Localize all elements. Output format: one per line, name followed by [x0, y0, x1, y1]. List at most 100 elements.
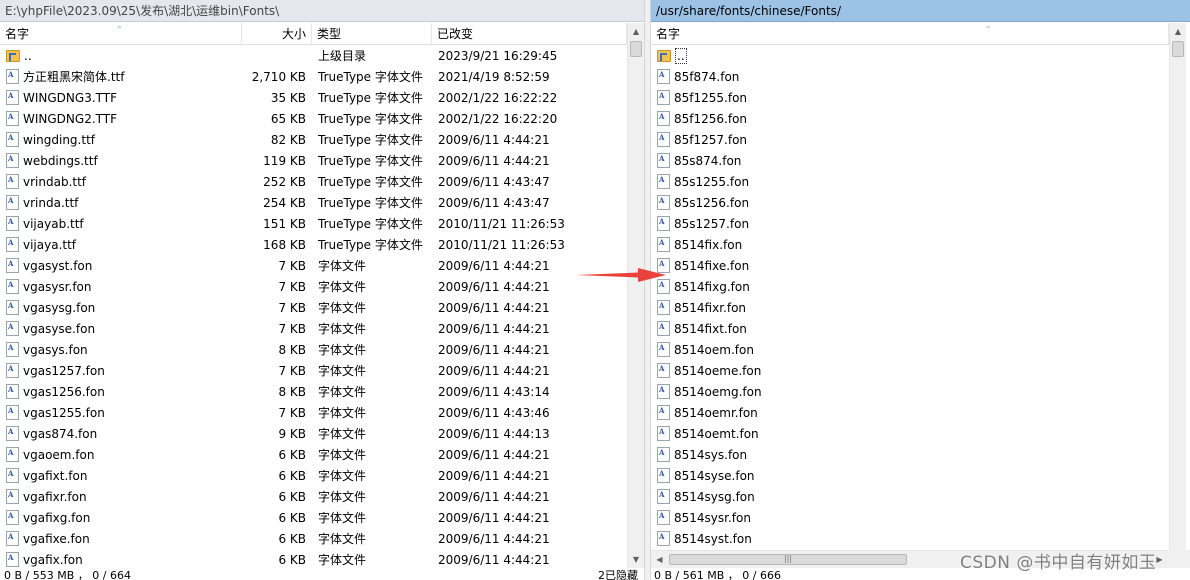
file-size: 6 KB — [278, 532, 306, 546]
file-row[interactable]: 8514fixe.fon — [651, 256, 1169, 277]
horizontal-scrollbar-thumb[interactable]: ||| — [669, 554, 907, 565]
column-header-name[interactable]: 名字 ⌃ — [0, 23, 242, 45]
scrollbar-thumb[interactable] — [630, 41, 642, 57]
font-file-icon — [6, 237, 19, 252]
file-name-text: WINGDNG3.TTF — [23, 91, 117, 105]
file-row[interactable]: vgafixr.fon 6 KB 字体文件 2009/6/11 4:44:21 — [0, 487, 627, 508]
file-name: 8514fixr.fon — [657, 298, 957, 319]
file-name: 8514syse.fon — [657, 466, 957, 487]
file-row[interactable]: 8514syst.fon — [651, 529, 1169, 550]
file-row[interactable]: 8514oemg.fon — [651, 382, 1169, 403]
file-row[interactable]: 8514oeme.fon — [651, 361, 1169, 382]
file-row[interactable]: 85s1257.fon — [651, 214, 1169, 235]
font-file-icon — [6, 510, 19, 525]
column-header-name[interactable]: 名字 ⌃ — [651, 23, 1169, 45]
font-file-icon — [6, 90, 19, 105]
file-row[interactable]: 85s1256.fon — [651, 193, 1169, 214]
file-modified: 2009/6/11 4:44:21 — [438, 490, 550, 504]
file-row[interactable]: 8514fixt.fon — [651, 319, 1169, 340]
file-name-text: 8514oem.fon — [674, 343, 754, 357]
file-row[interactable]: vgasysr.fon7 KB字体文件2009/6/11 4:44:21 — [0, 277, 627, 298]
file-row[interactable]: 8514oem.fon — [651, 340, 1169, 361]
file-name: 85s1257.fon — [657, 214, 957, 235]
file-row[interactable]: WINGDNG2.TTF 65 KB TrueType 字体文件 2002/1/22 … — [0, 109, 627, 130]
file-row[interactable]: vgas1257.fon 7 KB 字体文件 2009/6/11 4:44:21 — [0, 361, 627, 382]
file-type: 上级目录 — [318, 49, 367, 63]
file-name-text: 8514oeme.fon — [674, 364, 762, 378]
file-row[interactable]: 8514sysr.fon — [651, 508, 1169, 529]
file-row[interactable]: 85f874.fon — [651, 67, 1169, 88]
scroll-up-arrow-icon[interactable]: ▲ — [1170, 23, 1186, 40]
local-path-bar[interactable]: E:\yhpFile\2023.09\25\发布\湖北\运维bin\Fonts\ — [0, 0, 644, 22]
file-row[interactable]: 85f1255.fon — [651, 88, 1169, 109]
file-row[interactable]: vgaoem.fon 6 KB 字体文件 2009/6/11 4:44:21 — [0, 445, 627, 466]
remote-path-bar[interactable]: /usr/share/fonts/chinese/Fonts/ — [651, 0, 1190, 22]
file-type: 字体文件 — [318, 427, 367, 441]
panel-splitter[interactable] — [644, 0, 651, 580]
file-row[interactable]: 8514oemr.fon — [651, 403, 1169, 424]
file-name-text: 85s1256.fon — [674, 196, 750, 210]
file-name-text: 8514sysr.fon — [674, 511, 751, 525]
remote-column-header: 名字 ⌃ — [651, 23, 1169, 45]
file-row[interactable]: webdings.ttf 119 KB TrueType 字体文件 2009/6/11… — [0, 151, 627, 172]
font-file-icon — [657, 195, 670, 210]
file-row[interactable]: 85s874.fon — [651, 151, 1169, 172]
file-row[interactable]: vijayab.ttf 151 KB TrueType 字体文件 2010/11/21… — [0, 214, 627, 235]
file-name-text: vgafixr.fon — [23, 490, 87, 504]
file-row[interactable]: 85f1257.fon — [651, 130, 1169, 151]
file-row[interactable]: 方正粗黑宋简体.ttf 2,710 KB TrueType 字体文件 2021/4/1… — [0, 67, 627, 88]
file-row[interactable]: vgasyst.fon7 KB字体文件2009/6/11 4:44:21 — [0, 256, 627, 277]
file-row[interactable]: 8514sys.fon — [651, 445, 1169, 466]
column-header-type[interactable]: 类型 — [312, 23, 432, 45]
file-name-text: webdings.ttf — [23, 154, 98, 168]
remote-file-list: .. 85f874.fon 85f1255.fon 85f1256.fon 85f125… — [651, 46, 1169, 550]
file-row[interactable]: vgasys.fon 8 KB 字体文件 2009/6/11 4:44:21 — [0, 340, 627, 361]
file-row[interactable]: vgafix.fon 6 KB 字体文件 2009/6/11 4:44:21 — [0, 550, 627, 568]
file-name: WINGDNG3.TTF — [6, 88, 238, 109]
font-file-icon — [657, 426, 670, 441]
file-row[interactable]: 85s1255.fon — [651, 172, 1169, 193]
file-type: 字体文件 — [318, 301, 367, 315]
column-header-name-label: 名字 — [656, 27, 681, 41]
font-file-icon — [6, 174, 19, 189]
file-row[interactable]: vgas1255.fon 7 KB 字体文件 2009/6/11 4:43:46 — [0, 403, 627, 424]
font-file-icon — [6, 363, 19, 378]
file-row[interactable]: vgasysg.fon 7 KB 字体文件 2009/6/11 4:44:21 — [0, 298, 627, 319]
file-row[interactable]: .. — [651, 46, 1169, 67]
file-row[interactable]: WINGDNG3.TTF 35 KB TrueType 字体文件 2002/1/22 … — [0, 88, 627, 109]
column-header-size[interactable]: 大小 — [242, 23, 312, 45]
file-row[interactable]: vgafixt.fon 6 KB 字体文件 2009/6/11 4:44:21 — [0, 466, 627, 487]
local-file-panel: E:\yhpFile\2023.09\25\发布\湖北\运维bin\Fonts\… — [0, 0, 644, 568]
file-row[interactable]: vrindab.ttf 252 KB TrueType 字体文件 2009/6/11 … — [0, 172, 627, 193]
file-row[interactable]: vgafixe.fon 6 KB 字体文件 2009/6/11 4:44:21 — [0, 529, 627, 550]
file-size: 6 KB — [278, 448, 306, 462]
file-row[interactable]: 85f1256.fon — [651, 109, 1169, 130]
file-row[interactable]: 8514fixg.fon — [651, 277, 1169, 298]
file-name-text: vgas1256.fon — [23, 385, 105, 399]
file-name-text: WINGDNG2.TTF — [23, 112, 117, 126]
file-row[interactable]: 8514sysg.fon — [651, 487, 1169, 508]
remote-vertical-scrollbar[interactable]: ▲ — [1169, 23, 1186, 550]
file-row[interactable]: 8514syse.fon — [651, 466, 1169, 487]
column-header-modified[interactable]: 已改变 — [432, 23, 627, 45]
file-row[interactable]: wingding.ttf 82 KB TrueType 字体文件 2009/6/11 … — [0, 130, 627, 151]
file-row[interactable]: 8514oemt.fon — [651, 424, 1169, 445]
file-row[interactable]: vijaya.ttf 168 KB TrueType 字体文件 2010/11/21 … — [0, 235, 627, 256]
file-name: vgasysr.fon — [6, 277, 238, 298]
file-name-text: .. — [24, 49, 32, 63]
file-row[interactable]: 8514fix.fon — [651, 235, 1169, 256]
file-row[interactable]: vgas874.fon 9 KB 字体文件 2009/6/11 4:44:13 — [0, 424, 627, 445]
scrollbar-thumb[interactable] — [1172, 41, 1184, 57]
file-row[interactable]: vrinda.ttf 254 KB TrueType 字体文件 2009/6/11 4… — [0, 193, 627, 214]
file-row[interactable]: vgas1256.fon 8 KB 字体文件 2009/6/11 4:43:14 — [0, 382, 627, 403]
file-row[interactable]: vgafixg.fon 6 KB 字体文件 2009/6/11 4:44:21 — [0, 508, 627, 529]
file-row[interactable]: 8514fixr.fon — [651, 298, 1169, 319]
local-vertical-scrollbar[interactable]: ▲ ▼ — [627, 23, 644, 568]
scroll-down-arrow-icon[interactable]: ▼ — [628, 551, 644, 568]
scroll-left-arrow-icon[interactable]: ◀ — [651, 551, 668, 568]
file-name-text: 85f874.fon — [674, 70, 740, 84]
file-row[interactable]: .. 上级目录 2023/9/21 16:29:45 — [0, 46, 627, 67]
scroll-up-arrow-icon[interactable]: ▲ — [628, 23, 644, 40]
file-modified: 2009/6/11 4:44:21 — [438, 154, 550, 168]
file-row[interactable]: vgasyse.fon 7 KB 字体文件 2009/6/11 4:44:21 — [0, 319, 627, 340]
